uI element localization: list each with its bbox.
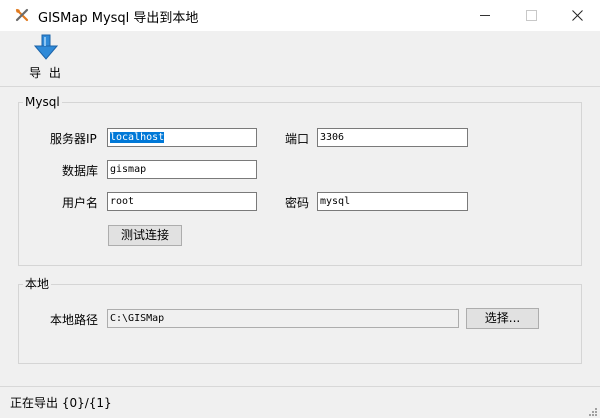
- user-field[interactable]: root: [107, 192, 257, 211]
- status-text: 正在导出 {0}/{1}: [10, 396, 112, 410]
- local-group-title: 本地: [23, 277, 52, 291]
- browse-button[interactable]: 选择...: [466, 308, 539, 329]
- test-connection-button[interactable]: 测试连接: [108, 225, 182, 246]
- toolbar: 导 出: [0, 31, 600, 87]
- database-label: 数据库: [62, 164, 99, 178]
- mysql-group: Mysql: [18, 95, 582, 266]
- password-field[interactable]: mysql: [317, 192, 468, 211]
- server-ip-value: localhost: [110, 132, 165, 143]
- database-field[interactable]: gismap: [107, 160, 257, 179]
- status-bar: 正在导出 {0}/{1}: [0, 386, 600, 418]
- close-icon: [571, 10, 583, 21]
- port-field[interactable]: 3306: [317, 128, 468, 147]
- download-arrow-icon: [34, 34, 58, 60]
- resize-grip-icon[interactable]: [587, 406, 597, 416]
- title-bar[interactable]: GISMap Mysql 导出到本地: [0, 0, 600, 31]
- tools-icon: [15, 8, 29, 22]
- mysql-group-title: Mysql: [23, 95, 62, 109]
- maximize-button[interactable]: [508, 0, 554, 31]
- window-title: GISMap Mysql 导出到本地: [38, 11, 199, 26]
- password-label: 密码: [285, 196, 310, 210]
- server-ip-label: 服务器IP: [50, 132, 97, 146]
- export-window: GISMap Mysql 导出到本地 导 出 Mysql 服务器IP local…: [0, 0, 600, 418]
- export-button[interactable]: 导 出: [24, 34, 68, 84]
- minimize-button[interactable]: [462, 0, 508, 31]
- user-label: 用户名: [62, 196, 99, 210]
- close-button[interactable]: [554, 0, 600, 31]
- port-label: 端口: [285, 132, 310, 146]
- local-path-label: 本地路径: [50, 313, 99, 327]
- local-path-field[interactable]: C:\GISMap: [107, 309, 459, 328]
- export-button-label: 导 出: [29, 66, 63, 80]
- server-ip-field[interactable]: localhost: [107, 128, 257, 147]
